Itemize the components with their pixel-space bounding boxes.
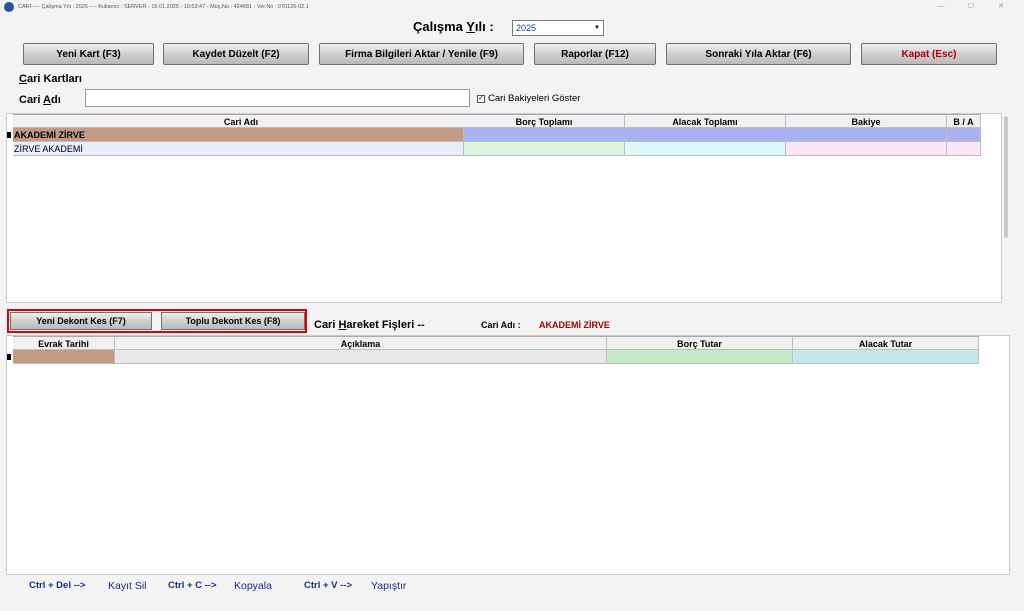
table-row-values[interactable] bbox=[464, 128, 947, 142]
checkbox-check-icon[interactable]: ✓ bbox=[477, 94, 485, 103]
footer-delete-shortcut: Ctrl + Del --> bbox=[29, 580, 86, 591]
chevron-down-icon[interactable]: ▼ bbox=[592, 22, 602, 34]
footer-paste-shortcut: Ctrl + V --> bbox=[304, 580, 353, 591]
table-row-balance[interactable] bbox=[786, 142, 947, 156]
show-balances-checkbox[interactable]: ✓ Cari Bakiyeleri Göster bbox=[477, 93, 580, 104]
footer-copy-shortcut: Ctrl + C --> bbox=[168, 580, 217, 591]
cari-name-input[interactable] bbox=[85, 89, 470, 107]
minimize-icon[interactable]: — bbox=[926, 0, 956, 14]
footer-copy-action: Kopyala bbox=[234, 580, 272, 592]
col-header-ba[interactable]: B / A bbox=[947, 114, 981, 128]
close-window-icon[interactable]: ✕ bbox=[986, 0, 1016, 14]
reports-button[interactable]: Raporlar (F12) bbox=[534, 43, 656, 65]
col-header-balance[interactable]: Bakiye bbox=[786, 114, 947, 128]
col-header-debit[interactable]: Borç Toplamı bbox=[464, 114, 625, 128]
movements-grid[interactable]: Evrak Tarihi Açıklama Borç Tutar Alacak … bbox=[6, 335, 1010, 575]
new-card-button[interactable]: Yeni Kart (F3) bbox=[23, 43, 154, 65]
table-row-debit[interactable] bbox=[464, 142, 625, 156]
highlight-box bbox=[7, 309, 307, 333]
company-info-button[interactable]: Firma Bilgileri Aktar / Yenile (F9) bbox=[319, 43, 524, 65]
window-title: CARİ ---- Çalışma Yılı : 2025 ---- Kulla… bbox=[18, 4, 309, 10]
table-row-credit[interactable] bbox=[625, 142, 786, 156]
year-select[interactable]: 2025 ▼ bbox=[512, 20, 604, 36]
table-row-debit[interactable] bbox=[607, 350, 793, 364]
col-header-debit-amount[interactable]: Borç Tutar bbox=[607, 336, 793, 350]
table-row-name[interactable]: ZİRVE AKADEMİ bbox=[13, 142, 464, 156]
cards-grid[interactable]: Cari Adı Borç Toplamı Alacak Toplamı Bak… bbox=[6, 113, 1002, 303]
vertical-scrollbar[interactable] bbox=[1004, 116, 1008, 238]
table-row-date[interactable] bbox=[13, 350, 115, 364]
app-icon bbox=[4, 2, 14, 12]
col-header-doc-date[interactable]: Evrak Tarihi bbox=[13, 336, 115, 350]
year-label: Çalışma Yılı : bbox=[413, 19, 494, 34]
footer-delete-action: Kayıt Sil bbox=[108, 580, 147, 592]
table-row-credit[interactable] bbox=[793, 350, 979, 364]
title-bar: CARİ ---- Çalışma Yılı : 2025 ---- Kulla… bbox=[0, 0, 1024, 14]
col-header-name[interactable]: Cari Adı bbox=[13, 114, 470, 128]
cards-section-title: Cari Kartları bbox=[19, 73, 82, 85]
movement-cari-label: Cari Adı : bbox=[481, 320, 521, 330]
table-row-ba[interactable] bbox=[947, 142, 981, 156]
window-controls: — ☐ ✕ bbox=[926, 0, 1016, 14]
footer-paste-action: Yapıştır bbox=[371, 580, 407, 592]
movement-cari-value: AKADEMİ ZİRVE bbox=[539, 320, 610, 330]
next-year-button[interactable]: Sonraki Yıla Aktar (F6) bbox=[666, 43, 851, 65]
close-button[interactable]: Kapat (Esc) bbox=[861, 43, 997, 65]
col-header-credit-amount[interactable]: Alacak Tutar bbox=[793, 336, 979, 350]
table-row-description[interactable] bbox=[115, 350, 607, 364]
cari-name-label: Cari Adı bbox=[19, 94, 61, 106]
movements-title: Cari Hareket Fişleri -- bbox=[314, 319, 425, 331]
table-row-name[interactable]: AKADEMİ ZİRVE bbox=[13, 128, 464, 142]
maximize-icon[interactable]: ☐ bbox=[956, 0, 986, 14]
col-header-credit[interactable]: Alacak Toplamı bbox=[625, 114, 786, 128]
col-header-description[interactable]: Açıklama bbox=[115, 336, 607, 350]
save-edit-button[interactable]: Kaydet Düzelt (F2) bbox=[163, 43, 309, 65]
table-row-ba[interactable] bbox=[947, 128, 981, 142]
